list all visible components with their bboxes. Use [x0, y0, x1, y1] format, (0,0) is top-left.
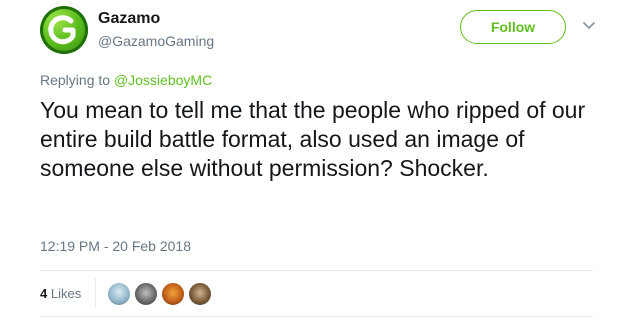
liker-avatar[interactable] — [187, 281, 213, 307]
chevron-down-icon[interactable] — [580, 17, 598, 35]
replying-to-label: Replying to — [40, 72, 111, 88]
user-handle[interactable]: @GazamoGaming — [98, 33, 214, 49]
tweet-timestamp[interactable]: 12:19 PM - 20 Feb 2018 — [40, 238, 191, 254]
divider — [40, 270, 593, 271]
divider — [95, 278, 96, 308]
liker-avatar[interactable] — [106, 281, 132, 307]
replying-to: Replying to @JossieboyMC — [40, 72, 212, 88]
tweet-text: You mean to tell me that the people who … — [40, 97, 586, 181]
liker-avatar[interactable] — [133, 281, 159, 307]
likes-label: Likes — [50, 286, 82, 301]
follow-button[interactable]: Follow — [460, 10, 566, 44]
profile-avatar[interactable] — [40, 6, 88, 54]
display-name[interactable]: Gazamo — [98, 10, 160, 28]
liker-avatar[interactable] — [160, 281, 186, 307]
likes-number: 4 — [40, 286, 48, 301]
reply-mention-link[interactable]: @JossieboyMC — [114, 72, 212, 88]
likes-count[interactable]: 4 Likes — [40, 286, 81, 301]
gazamo-logo-icon — [48, 15, 76, 45]
divider — [40, 316, 593, 317]
